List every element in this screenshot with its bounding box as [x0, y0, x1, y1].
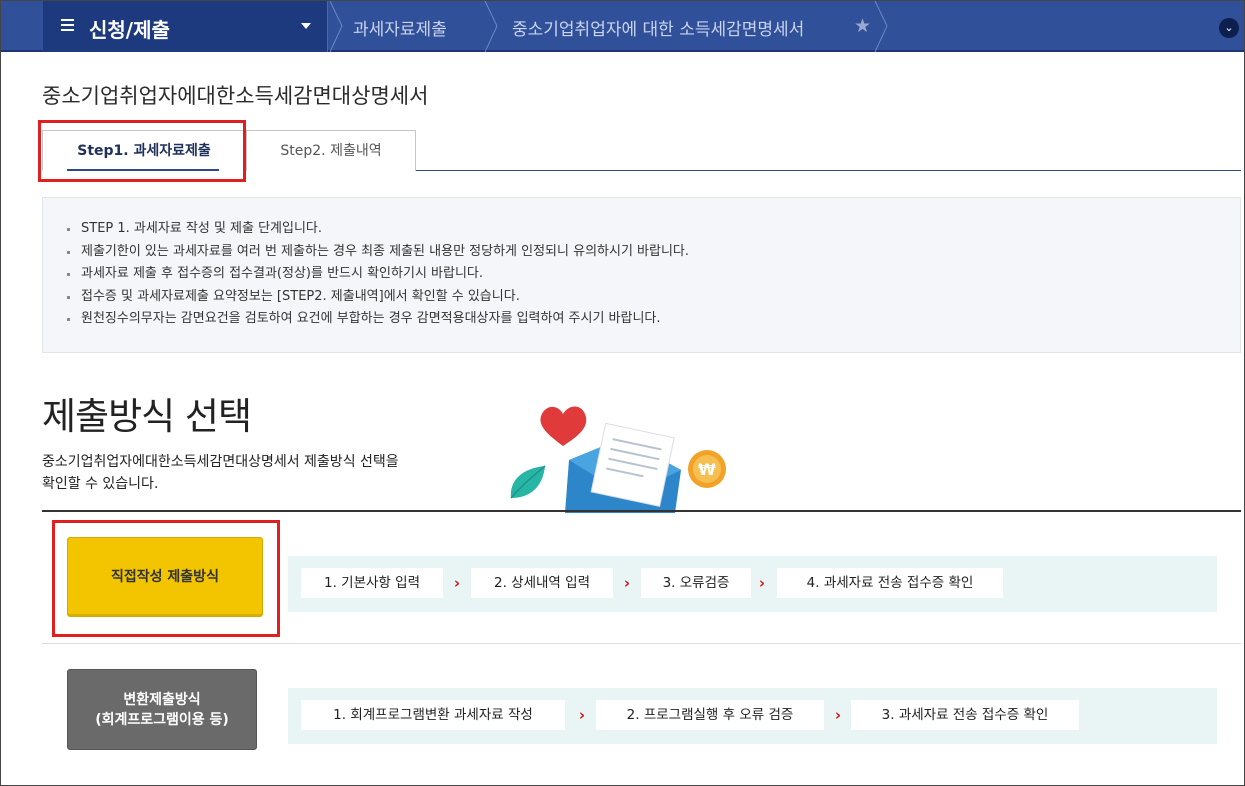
method-divider — [42, 643, 1241, 644]
svg-text:₩: ₩ — [698, 460, 716, 479]
direct-step: 2. 상세내역 입력 — [471, 568, 613, 598]
section-heading: 제출방식 선택 — [42, 395, 252, 438]
info-item: 접수증 및 과세자료제출 요약정보는 [STEP2. 제출내역]에서 확인할 수… — [67, 286, 1240, 309]
highlight-box-tab — [38, 120, 246, 182]
chevron-right-icon: › — [758, 574, 766, 592]
direct-step: 1. 기본사항 입력 — [301, 568, 443, 598]
breadcrumb-separator-icon — [484, 1, 498, 52]
info-item: 원천징수의무자는 감면요건을 검토하여 요건에 부합하는 경우 감면적용대상자를… — [67, 308, 1240, 331]
breadcrumb-tax-data[interactable]: 과세자료제출 — [353, 15, 447, 40]
star-icon[interactable]: ★ — [854, 15, 871, 37]
heart-icon — [540, 406, 587, 446]
chevron-right-icon: › — [578, 706, 586, 724]
section-description-line: 중소기업취업자에대한소득세감면대상명세서 제출방식 선택을 — [42, 454, 399, 470]
tab-step2-label: Step2. 제출내역 — [280, 143, 382, 159]
convert-step: 1. 회계프로그램변환 과세자료 작성 — [301, 700, 565, 730]
section-description: 중소기업취업자에대한소득세감면대상명세서 제출방식 선택을 확인할 수 있습니다… — [42, 451, 482, 495]
direct-step: 4. 과세자료 전송 접수증 확인 — [777, 568, 1003, 598]
convert-button-sublabel: (회계프로그램이용 등) — [95, 712, 229, 728]
envelope-illustration: ₩ — [510, 406, 726, 513]
chevron-right-icon: › — [834, 706, 842, 724]
chevron-right-icon: › — [453, 574, 461, 592]
chevron-down-icon — [301, 23, 311, 29]
direct-steps-bar: 1. 기본사항 입력 › 2. 상세내역 입력 › 3. 오류검증 › 4. 과… — [288, 556, 1217, 612]
section-description-line: 확인할 수 있습니다. — [42, 476, 159, 492]
info-item: STEP 1. 과세자료 작성 및 제출 단계입니다. — [67, 218, 1240, 241]
breadcrumb-separator-icon — [329, 1, 343, 52]
info-item: 과세자료 제출 후 접수증의 접수결과(정상)를 반드시 확인하기시 바랍니다. — [67, 263, 1240, 286]
convert-button-label: 변환제출방식 — [123, 692, 201, 708]
hamburger-icon — [61, 19, 74, 31]
menu-label: 신청/제출 — [89, 18, 170, 42]
direct-step: 3. 오류검증 — [641, 568, 751, 598]
section-divider — [42, 510, 1241, 512]
highlight-box-method — [52, 520, 280, 637]
chevron-right-icon: › — [623, 574, 631, 592]
document-icon — [590, 422, 675, 507]
convert-submit-button[interactable]: 변환제출방식 (회계프로그램이용 등) — [67, 669, 257, 750]
guide-info-box: STEP 1. 과세자료 작성 및 제출 단계입니다. 제출기한이 있는 과세자… — [42, 197, 1241, 353]
page-title: 중소기업취업자에대한소득세감면대상명세서 — [42, 84, 429, 108]
convert-step: 3. 과세자료 전송 접수증 확인 — [851, 700, 1079, 730]
breadcrumb-current-page[interactable]: 중소기업취업자에 대한 소득세감면명세서 — [512, 15, 804, 40]
convert-step: 2. 프로그램실행 후 오류 검증 — [596, 700, 824, 730]
breadcrumb-separator-icon — [874, 1, 888, 52]
tab-step2[interactable]: Step2. 제출내역 — [246, 130, 416, 171]
convert-steps-bar: 1. 회계프로그램변환 과세자료 작성 › 2. 프로그램실행 후 오류 검증 … — [288, 688, 1217, 744]
info-item: 제출기한이 있는 과세자료를 여러 번 제출하는 경우 최종 제출된 내용만 정… — [67, 241, 1240, 264]
menu-dropdown[interactable]: 신청/제출 — [43, 1, 328, 52]
top-navigation: 신청/제출 과세자료제출 중소기업취업자에 대한 소득세감면명세서 ★ ⌄ — [1, 1, 1244, 52]
chevron-down-circle-icon[interactable]: ⌄ — [1219, 18, 1239, 38]
